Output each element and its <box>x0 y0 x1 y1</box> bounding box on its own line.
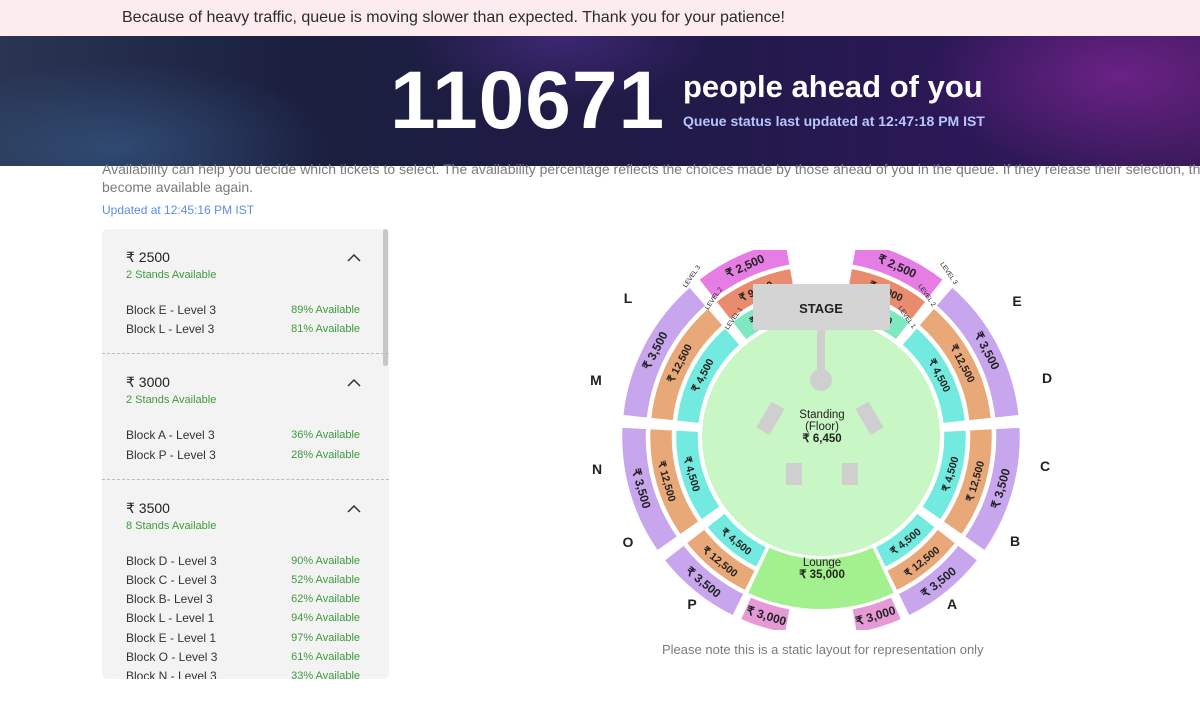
stand-letter-b: B <box>1010 533 1020 549</box>
stage-label: STAGE <box>799 301 843 316</box>
stand-letter-c: C <box>1040 458 1050 474</box>
lounge-label: Lounge <box>803 557 841 569</box>
floor-platform <box>842 463 858 485</box>
block-name: Block P - Level 3 <box>126 447 216 462</box>
stand-letter-p: P <box>687 596 696 612</box>
block-name: Block E - Level 1 <box>126 630 217 645</box>
queue-label: people ahead of you <box>683 69 983 104</box>
block-name: Block D - Level 3 <box>126 553 217 568</box>
block-availability: 97% Available <box>291 631 360 644</box>
standing-label: Standing <box>799 409 844 421</box>
price-title: ₹ 2500 <box>126 249 170 265</box>
stand-letter-a: A <box>947 596 957 612</box>
block-row: Block O - Level 3 61% Available <box>126 648 365 667</box>
stadium-map: ₹ 2,500₹ 9,000₹ 3,500₹ 3,500₹ 12,500₹ 4,… <box>590 250 1052 630</box>
block-name: Block L - Level 3 <box>126 322 215 337</box>
standing-price: ₹ 6,450 <box>802 433 841 445</box>
queue-banner: 110671 people ahead of you Queue status … <box>0 36 1200 166</box>
chevron-up-icon[interactable] <box>347 376 361 390</box>
block-availability: 89% Available <box>291 304 360 316</box>
block-name: Block L - Level 1 <box>126 611 215 626</box>
block-availability: 61% Available <box>291 650 360 663</box>
price-group: ₹ 2500 2 Stands Available Block E - Leve… <box>102 229 389 355</box>
stage-ramp-end <box>810 369 832 391</box>
block-availability: 36% Available <box>291 429 360 442</box>
stands-available: 8 Stands Available <box>126 519 217 532</box>
block-name: Block B- Level 3 <box>126 592 213 607</box>
block-availability: 90% Available <box>291 554 360 567</box>
block-availability: 33% Available <box>291 669 360 679</box>
availability-description: Availability can help you decide which t… <box>102 160 1200 198</box>
block-row: Block B- Level 3 62% Available <box>126 590 365 609</box>
block-name: Block A - Level 3 <box>126 428 215 443</box>
block-row: Block E - Level 1 97% Available <box>126 629 365 648</box>
standing-sub-label: (Floor) <box>805 421 839 433</box>
map-note: Please note this is a static layout for … <box>662 642 984 657</box>
floor-platform <box>786 463 802 485</box>
block-row: Block N - Level 3 33% Available <box>126 667 365 679</box>
block-row: Block D - Level 3 90% Available <box>126 552 365 571</box>
chevron-up-icon[interactable] <box>347 251 361 265</box>
block-availability: 81% Available <box>291 323 360 336</box>
price-group-header[interactable]: ₹ 3000 2 Stands Available <box>126 374 365 406</box>
availability-line-1: Availability can help you decide which t… <box>102 161 1200 177</box>
block-row: Block P - Level 3 28% Available <box>126 446 365 465</box>
stand-letter-n: N <box>592 461 602 477</box>
block-availability: 94% Available <box>291 612 360 625</box>
price-group-header[interactable]: ₹ 2500 2 Stands Available <box>126 249 365 281</box>
stand-letter-e: E <box>1012 293 1021 309</box>
level-3-label-left: LEVEL 3 <box>682 264 703 289</box>
price-group-header[interactable]: ₹ 3500 8 Stands Available <box>126 500 365 532</box>
price-group: ₹ 3500 8 Stands Available Block D - Leve… <box>102 480 389 679</box>
stands-available: 2 Stands Available <box>126 394 217 407</box>
stand-letter-o: O <box>623 534 634 550</box>
lounge-price: ₹ 35,000 <box>799 569 845 581</box>
stand-letter-d: D <box>1042 370 1052 386</box>
block-availability: 52% Available <box>291 573 360 586</box>
block-row: Block C - Level 3 52% Available <box>126 571 365 590</box>
price-list-scrollbar[interactable] <box>383 229 388 366</box>
price-list: ₹ 2500 2 Stands Available Block E - Leve… <box>102 229 389 679</box>
chevron-up-icon[interactable] <box>347 502 361 516</box>
price-title: ₹ 3000 <box>126 374 170 391</box>
availability-line-2: become available again. <box>102 179 253 195</box>
queue-count: 110671 <box>390 55 666 146</box>
block-row: Block A - Level 3 36% Available <box>126 426 365 445</box>
block-row: Block L - Level 3 81% Available <box>126 320 365 339</box>
stands-available: 2 Stands Available <box>126 269 217 281</box>
block-name: Block C - Level 3 <box>126 572 217 587</box>
block-name: Block N - Level 3 <box>126 668 217 679</box>
block-row: Block E - Level 3 89% Available <box>126 301 365 320</box>
stand-letter-m: M <box>590 372 602 388</box>
stand-letter-l: L <box>624 290 633 306</box>
price-group: ₹ 3000 2 Stands Available Block A - Leve… <box>102 354 389 480</box>
price-title: ₹ 3500 <box>126 499 170 516</box>
traffic-notice: Because of heavy traffic, queue is movin… <box>0 0 1200 36</box>
block-row: Block L - Level 1 94% Available <box>126 609 365 628</box>
block-name: Block O - Level 3 <box>126 649 218 664</box>
block-name: Block E - Level 3 <box>126 303 217 317</box>
availability-updated-time: Updated at 12:45:16 PM IST <box>102 203 255 217</box>
queue-updated-time: Queue status last updated at 12:47:18 PM… <box>683 113 985 129</box>
block-availability: 62% Available <box>291 593 360 606</box>
block-availability: 28% Available <box>291 448 360 461</box>
